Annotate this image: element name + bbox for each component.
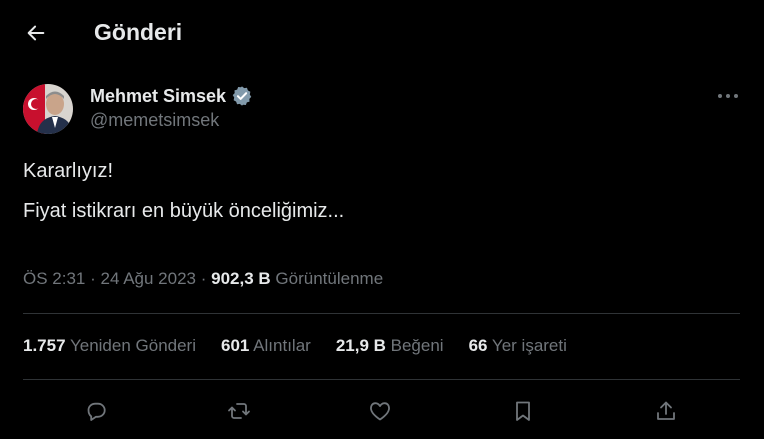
author-name[interactable]: Mehmet Simsek [90,86,226,107]
verified-badge-icon [231,85,253,107]
divider [23,379,740,380]
stat-bookmarks-count: 66 [468,336,488,355]
tweet-text-line: Kararlıyız! [23,160,114,182]
back-button[interactable] [20,17,52,49]
stat-reposts[interactable]: 1.757 Yeniden Gönderi [23,336,196,356]
share-icon [657,401,675,420]
stat-reposts-count: 1.757 [23,336,66,355]
stat-likes[interactable]: 21,9 B Beğeni [336,336,444,356]
stat-bookmarks-label: Yer işareti [491,336,567,355]
repost-icon [228,403,250,419]
more-icon [718,94,738,98]
divider [23,313,740,314]
share-button[interactable] [651,396,681,426]
stat-quotes-label: Alıntılar [253,336,311,355]
meta-separator: · [90,269,96,288]
reply-icon [87,402,106,421]
avatar[interactable] [23,84,73,134]
reply-button[interactable] [81,396,111,426]
engagement-stats: 1.757 Yeniden Gönderi 601 Alıntılar 21,9… [23,336,592,356]
like-button[interactable] [365,396,395,426]
more-button[interactable] [716,86,740,106]
views-count: 902,3 B [211,269,271,288]
author-name-row: Mehmet Simsek [90,85,253,107]
page-title: Gönderi [94,19,183,45]
stat-quotes-count: 601 [221,336,250,355]
stat-likes-label: Beğeni [390,336,444,355]
action-bar [0,388,764,432]
views-label: Görüntülenme [275,269,384,288]
tweet-date[interactable]: 24 Ağu 2023 [101,269,196,288]
tweet-text: Kararlıyız! Fiyat istikrarı en büyük önc… [23,159,723,223]
tweet-meta: ÖS 2:31 · 24 Ağu 2023 · 902,3 B Görüntül… [23,269,383,289]
heart-icon [370,402,390,421]
header: Gönderi [0,0,764,66]
meta-separator: · [200,269,207,288]
stat-reposts-label: Yeniden Gönderi [69,336,196,355]
stat-bookmarks[interactable]: 66 Yer işareti [469,336,567,356]
tweet-text-line: Fiyat istikrarı en büyük önceliğimiz... [23,200,345,222]
author-handle[interactable]: @memetsimsek [90,110,219,131]
back-arrow-icon [27,25,45,41]
bookmark-button[interactable] [508,396,538,426]
stat-quotes[interactable]: 601 Alıntılar [221,336,311,356]
stat-likes-count: 21,9 B [335,336,386,355]
tweet-detail-page: Gönderi Mehmet Simsek @memetsimsek Karar… [0,0,764,439]
repost-button[interactable] [224,396,254,426]
tweet-time[interactable]: ÖS 2:31 [23,269,85,288]
bookmark-icon [516,401,530,421]
